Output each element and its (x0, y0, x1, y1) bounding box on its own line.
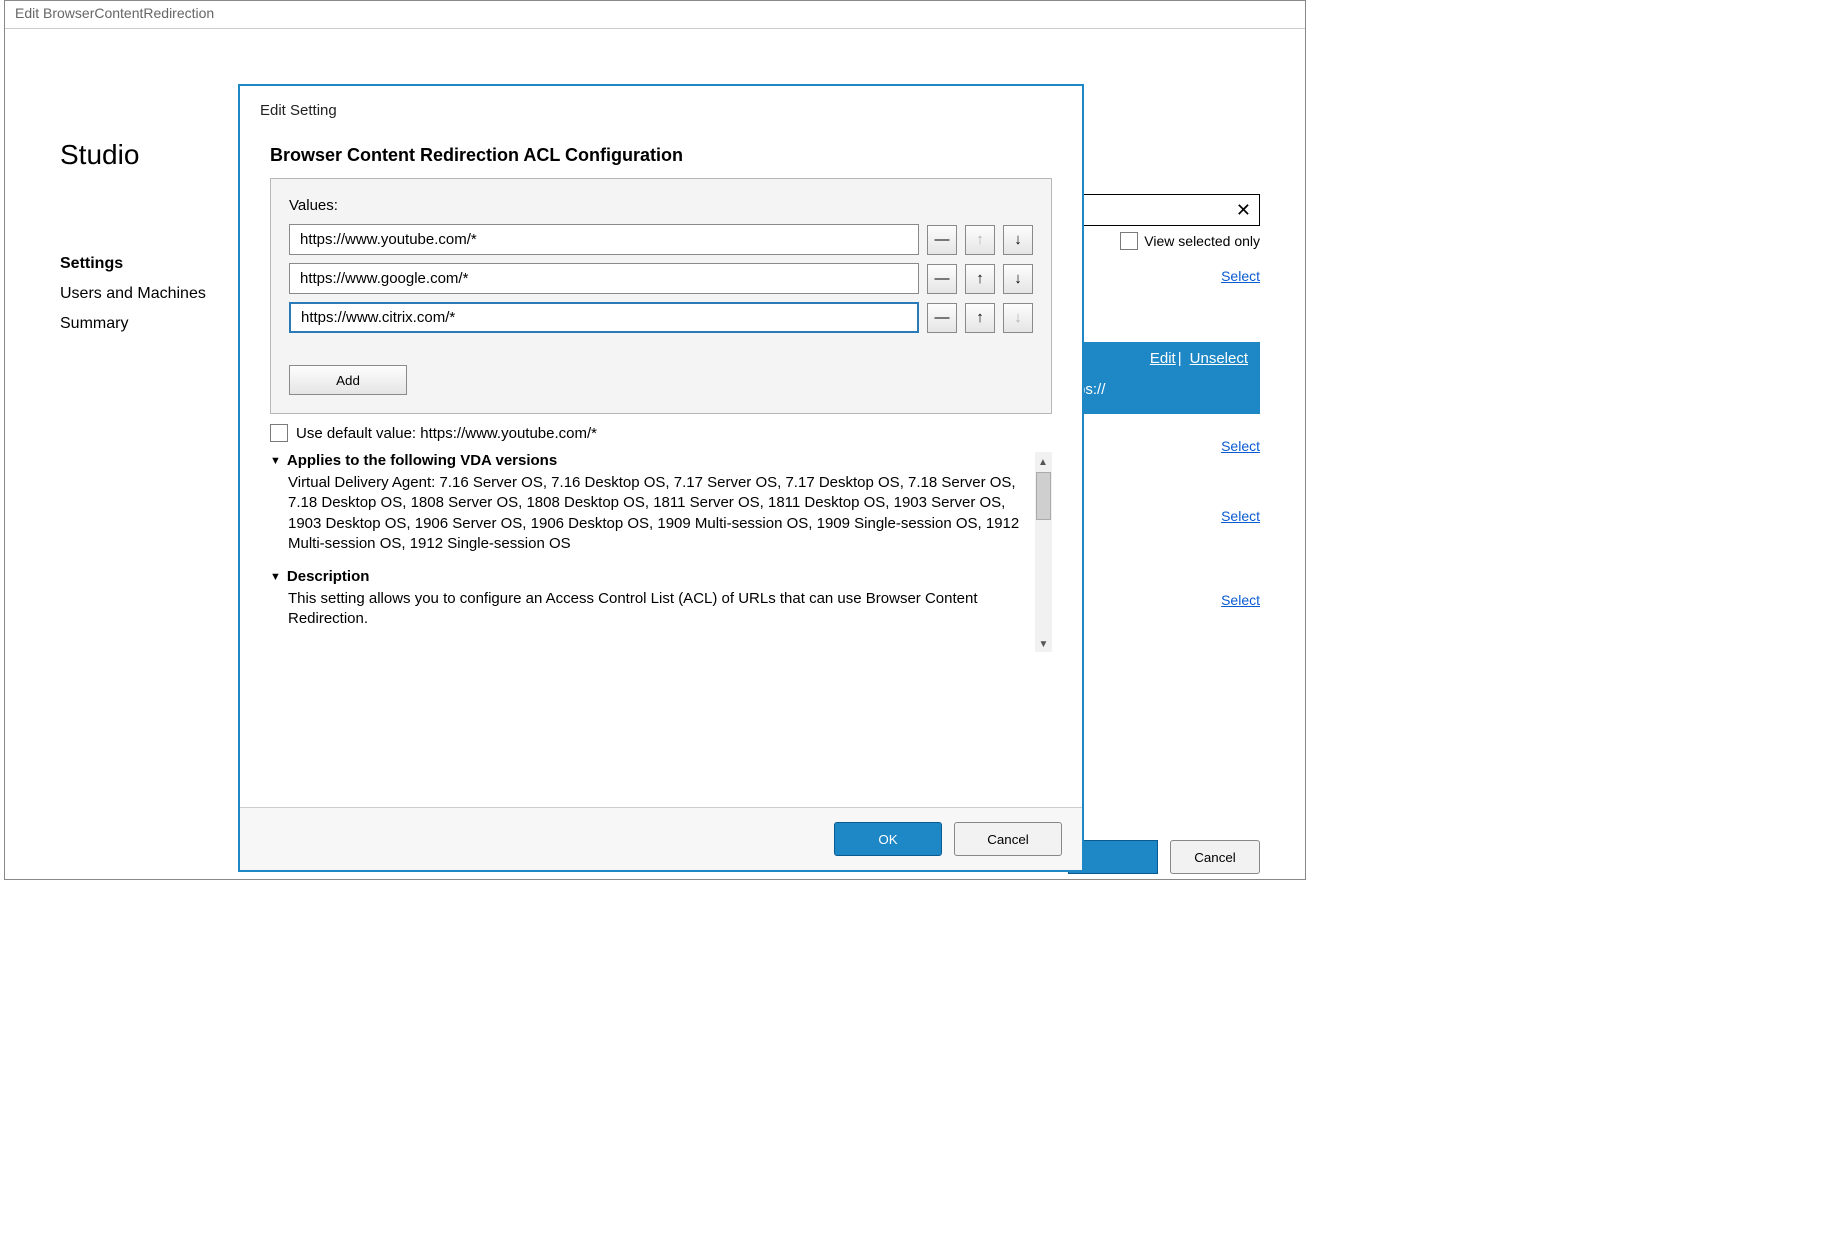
applies-section: ▼ Applies to the following VDA versions … (270, 452, 1032, 568)
main-body: Studio Settings Users and Machines Summa… (5, 29, 1305, 879)
modal-header: Edit Setting (240, 86, 1082, 125)
main-footer: Cancel (1068, 840, 1260, 874)
scroll-down-icon[interactable]: ▼ (1037, 637, 1051, 652)
use-default-label: Use default value: https://www.youtube.c… (296, 425, 597, 442)
description-header-label: Description (287, 568, 370, 585)
arrow-up-icon: ↑ (976, 231, 984, 248)
applies-header-label: Applies to the following VDA versions (287, 452, 557, 469)
brand-label: Studio (60, 139, 139, 171)
description-section: ▼ Description This setting allows you to… (270, 568, 1032, 644)
move-up-button-2[interactable]: ↑ (965, 303, 995, 333)
value-row-2: — ↑ ↓ (289, 302, 1033, 333)
triangle-down-icon: ▼ (270, 571, 281, 583)
value-input-0[interactable] (289, 224, 919, 255)
scroll-thumb[interactable] (1036, 472, 1051, 520)
triangle-down-icon: ▼ (270, 455, 281, 467)
select-link-3[interactable]: Select (1221, 508, 1260, 524)
value-row-0: — ↑ ↓ (289, 224, 1033, 255)
sidebar-item-users-machines[interactable]: Users and Machines (60, 279, 206, 309)
modal-footer: OK Cancel (240, 807, 1082, 870)
sidebar-item-settings[interactable]: Settings (60, 249, 206, 279)
view-selected-only-checkbox[interactable]: View selected only (1120, 232, 1260, 250)
description-header[interactable]: ▼ Description (270, 568, 1032, 585)
edit-setting-modal: Edit Setting Browser Content Redirection… (238, 84, 1084, 872)
use-default-checkbox[interactable]: Use default value: https://www.youtube.c… (270, 424, 1052, 442)
move-down-button-1[interactable]: ↓ (1003, 264, 1033, 294)
checkbox-icon (1120, 232, 1138, 250)
scroll-up-icon[interactable]: ▲ (1036, 455, 1050, 470)
remove-button-1[interactable]: — (927, 264, 957, 294)
sidebar-item-summary[interactable]: Summary (60, 309, 206, 339)
value-input-2[interactable] (289, 302, 919, 333)
applies-header[interactable]: ▼ Applies to the following VDA versions (270, 452, 1032, 469)
minus-icon: — (935, 231, 950, 248)
move-down-button-0[interactable]: ↓ (1003, 225, 1033, 255)
remove-button-2[interactable]: — (927, 303, 957, 333)
move-up-button-1[interactable]: ↑ (965, 264, 995, 294)
minus-icon: — (935, 270, 950, 287)
arrow-up-icon: ↑ (976, 270, 984, 287)
main-window: Edit BrowserContentRedirection Studio Se… (4, 0, 1306, 880)
move-up-button-0: ↑ (965, 225, 995, 255)
modal-title: Browser Content Redirection ACL Configur… (240, 125, 1082, 176)
window-title: Edit BrowserContentRedirection (5, 1, 1305, 29)
minus-icon: — (935, 309, 950, 326)
unselect-link[interactable]: Unselect (1190, 350, 1248, 367)
close-icon: ✕ (1236, 200, 1251, 221)
main-cancel-button[interactable]: Cancel (1170, 840, 1260, 874)
checkbox-icon (270, 424, 288, 442)
remove-button-0[interactable]: — (927, 225, 957, 255)
value-row-1: — ↑ ↓ (289, 263, 1033, 294)
view-selected-only-label: View selected only (1144, 233, 1260, 249)
arrow-down-icon: ↓ (1014, 270, 1022, 287)
add-button[interactable]: Add (289, 365, 407, 395)
arrow-down-icon: ↓ (1014, 309, 1022, 326)
ok-button[interactable]: OK (834, 822, 942, 856)
arrow-up-icon: ↑ (976, 309, 984, 326)
description-text: This setting allows you to configure an … (270, 585, 1032, 644)
select-link-2[interactable]: Select (1221, 438, 1260, 454)
values-panel: Values: — ↑ ↓ — ↑ ↓ — ↑ ↓ (270, 178, 1052, 414)
applies-text: Virtual Delivery Agent: 7.16 Server OS, … (270, 469, 1032, 568)
info-scroll-area: ▼ Applies to the following VDA versions … (270, 452, 1052, 652)
search-input-clear[interactable]: ✕ (1080, 194, 1260, 226)
modal-cancel-button[interactable]: Cancel (954, 822, 1062, 856)
value-input-1[interactable] (289, 263, 919, 294)
select-link-1[interactable]: Select (1221, 268, 1260, 284)
edit-link[interactable]: Edit (1150, 350, 1176, 367)
move-down-button-2: ↓ (1003, 303, 1033, 333)
scrollbar[interactable]: ▲ ▼ (1035, 452, 1052, 652)
select-link-4[interactable]: Select (1221, 592, 1260, 608)
sidebar: Settings Users and Machines Summary (60, 249, 206, 339)
values-label: Values: (289, 197, 1033, 214)
arrow-down-icon: ↓ (1014, 231, 1022, 248)
